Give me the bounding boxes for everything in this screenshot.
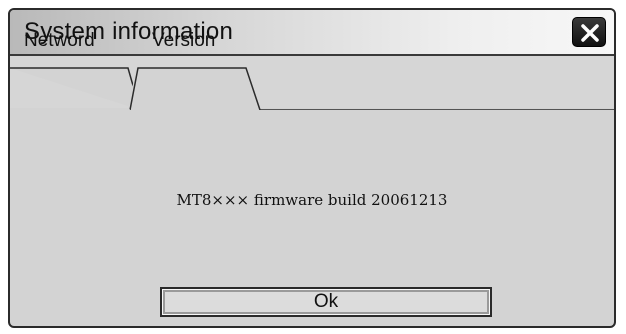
tab-bar <box>10 56 614 108</box>
close-button[interactable] <box>572 17 606 47</box>
tab-version[interactable]: Version <box>130 20 270 62</box>
tab-netword-label: Netword <box>24 30 95 51</box>
ok-button[interactable]: Ok <box>160 287 492 317</box>
close-icon <box>581 24 599 42</box>
tab-version-label: Version <box>152 30 216 51</box>
tab-netword[interactable]: Netword <box>10 20 140 62</box>
firmware-version-text: MT8××× firmware build 20061213 <box>176 191 448 209</box>
system-information-dialog: System information Netword Version MT8××… <box>8 8 616 328</box>
